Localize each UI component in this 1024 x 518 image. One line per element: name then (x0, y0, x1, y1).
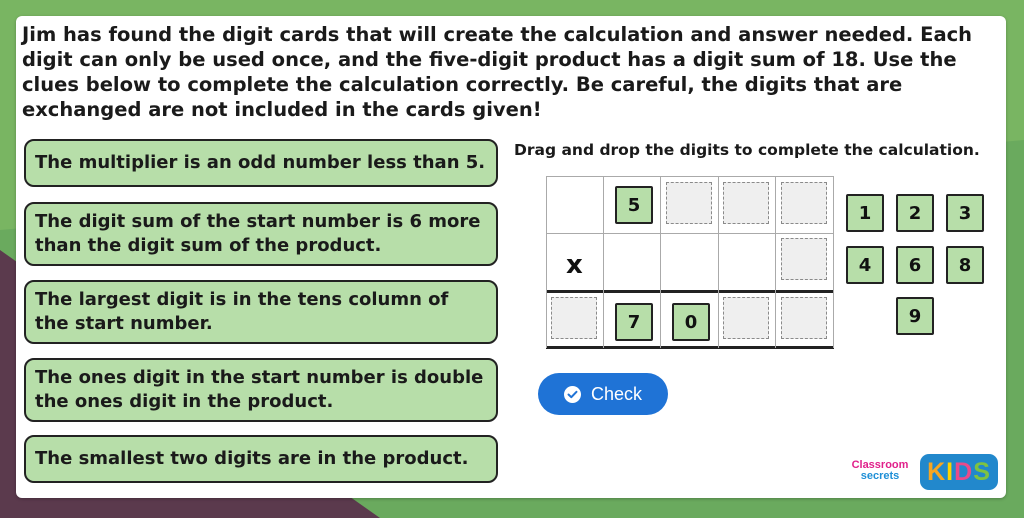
product-digit-thousands: 7 (615, 303, 653, 341)
drop-slot-start-tens[interactable] (723, 182, 769, 224)
calculation-grid: 5 x 7 0 (546, 176, 834, 349)
kids-logo-letter: K (927, 457, 947, 486)
clue-box-3: The largest digit is in the tens column … (24, 280, 498, 344)
grid-line (718, 176, 719, 348)
clue-box-4: The ones digit in the start number is do… (24, 358, 498, 422)
check-button-label: Check (590, 383, 643, 404)
digit-card-4[interactable]: 4 (846, 246, 884, 284)
grid-line (546, 176, 547, 348)
drop-slot-multiplier[interactable] (781, 238, 827, 280)
kids-logo-letter: S (973, 457, 991, 486)
product-digit-hundreds: 0 (672, 303, 710, 341)
classroom-secrets-logo: Classroom secrets (840, 460, 920, 482)
drop-slot-start-ones[interactable] (781, 182, 827, 224)
grid-line (660, 176, 661, 348)
checkmark-icon (563, 385, 581, 403)
answer-line (546, 290, 834, 293)
grid-line (546, 233, 834, 234)
answer-line (546, 346, 834, 349)
kids-logo-letter: I (946, 457, 955, 486)
start-digit-thousands: 5 (615, 186, 653, 224)
question-text: Jim has found the digit cards that will … (22, 23, 973, 121)
logo-secrets-text: secrets (860, 470, 900, 482)
digit-card-3[interactable]: 3 (946, 194, 984, 232)
grid-line (546, 176, 834, 177)
drop-slot-start-hundreds[interactable] (666, 182, 712, 224)
drop-slot-product-ones[interactable] (781, 297, 827, 339)
grid-line (775, 176, 776, 348)
digit-card-9[interactable]: 9 (896, 297, 934, 335)
kids-logo: KIDS (920, 454, 998, 490)
digit-card-6[interactable]: 6 (896, 246, 934, 284)
grid-line (833, 176, 834, 348)
drop-slot-product-tens[interactable] (723, 297, 769, 339)
digit-card-8[interactable]: 8 (946, 246, 984, 284)
clue-box-1: The multiplier is an odd number less tha… (24, 139, 498, 187)
digit-card-1[interactable]: 1 (846, 194, 884, 232)
digit-card-2[interactable]: 2 (896, 194, 934, 232)
check-button[interactable]: Check (538, 373, 668, 415)
clue-box-5: The smallest two digits are in the produ… (24, 435, 498, 483)
clue-box-2: The digit sum of the start number is 6 m… (24, 202, 498, 266)
kids-logo-text: KIDS (927, 458, 991, 487)
grid-line (603, 176, 604, 348)
instruction-text: Drag and drop the digits to complete the… (514, 141, 980, 159)
drop-slot-product-ten-thousands[interactable] (551, 297, 597, 339)
kids-logo-letter: D (954, 457, 974, 486)
multiply-sign: x (566, 250, 583, 280)
